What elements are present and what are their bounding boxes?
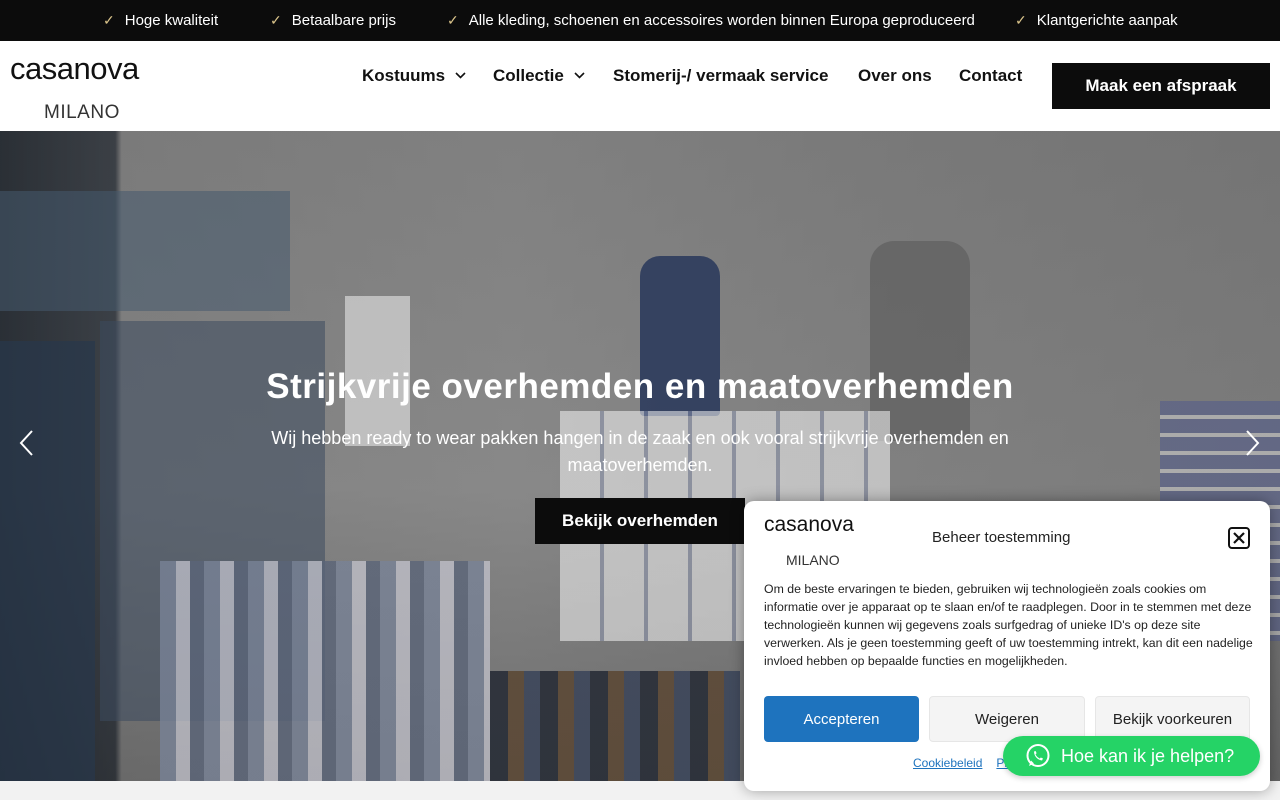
cookie-text: Om de beste ervaringen te bieden, gebrui… xyxy=(764,582,1253,668)
chevron-right-icon xyxy=(1245,427,1261,465)
usp-label: Betaalbare prijs xyxy=(291,12,396,29)
window-stained-glass xyxy=(0,191,290,311)
usp-item: ✓ Klantgerichte aanpak xyxy=(1015,0,1178,41)
chevron-down-icon xyxy=(574,70,585,82)
whatsapp-chat-button[interactable]: Hoe kan ik je helpen? xyxy=(1003,736,1260,776)
book-appointment-button[interactable]: Maak een afspraak xyxy=(1052,63,1270,109)
chevron-left-icon xyxy=(18,427,34,465)
usp-bar: ✓ Hoge kwaliteit ✓ Betaalbare prijs ✓ Al… xyxy=(0,0,1280,41)
logo-wordmark: casanova xyxy=(10,51,139,86)
usp-label: Klantgerichte aanpak xyxy=(1036,12,1178,29)
accept-button[interactable]: Accepteren xyxy=(764,696,919,742)
nav-label: Collectie xyxy=(493,66,564,85)
whatsapp-label: Hoe kan ik je helpen? xyxy=(1061,745,1235,766)
site-logo[interactable]: casanova MILANO xyxy=(10,49,170,123)
clothing-rack-shirts xyxy=(160,561,490,781)
check-icon: ✓ xyxy=(270,12,282,28)
cookie-title: Beheer toestemming xyxy=(932,529,1071,546)
shop-window xyxy=(0,341,95,781)
nav-label: Kostuums xyxy=(362,66,446,85)
nav-item-collectie[interactable]: Collectie xyxy=(493,66,585,86)
logo-subtitle: MILANO xyxy=(44,102,120,123)
chevron-down-icon xyxy=(455,70,466,82)
usp-item: ✓ Hoge kwaliteit xyxy=(103,0,218,41)
usp-label: Alle kleding, schoenen en accessoires wo… xyxy=(468,12,975,29)
view-shirts-button[interactable]: Bekijk overhemden xyxy=(535,498,745,544)
nav-item-stomerij[interactable]: Stomerij-/ vermaak service xyxy=(613,66,828,86)
cookie-logo: casanova MILANO xyxy=(764,513,884,568)
hero-title: Strijkvrije overhemden en maatoverhemden xyxy=(266,367,1014,406)
check-icon: ✓ xyxy=(103,12,115,28)
close-button[interactable] xyxy=(1228,527,1250,549)
slider-prev-button[interactable] xyxy=(18,427,34,466)
nav-label: Contact xyxy=(959,66,1023,85)
nav-label: Stomerij-/ vermaak service xyxy=(613,66,829,85)
logo-subtitle: MILANO xyxy=(786,552,840,568)
close-icon xyxy=(1233,530,1245,547)
slider-next-button[interactable] xyxy=(1245,427,1261,466)
cookie-policy-link[interactable]: Cookiebeleid xyxy=(913,756,982,770)
whatsapp-icon xyxy=(1025,743,1051,769)
hero-subtitle: Wij hebben ready to wear pakken hangen i… xyxy=(271,428,1009,475)
cookie-links: Cookiebeleid Pr xyxy=(913,756,1008,770)
usp-item: ✓ Alle kleding, schoenen en accessoires … xyxy=(447,0,975,41)
usp-label: Hoge kwaliteit xyxy=(124,12,219,29)
nav-item-contact[interactable]: Contact xyxy=(959,66,1022,86)
nav-item-kostuums[interactable]: Kostuums xyxy=(362,66,466,86)
usp-item: ✓ Betaalbare prijs xyxy=(270,0,396,41)
nav-label: Over ons xyxy=(858,66,932,85)
nav-item-over-ons[interactable]: Over ons xyxy=(858,66,932,86)
logo-wordmark: casanova xyxy=(764,513,854,536)
check-icon: ✓ xyxy=(1015,12,1027,28)
check-icon: ✓ xyxy=(447,12,459,28)
clothing-rack-jackets xyxy=(490,671,740,781)
